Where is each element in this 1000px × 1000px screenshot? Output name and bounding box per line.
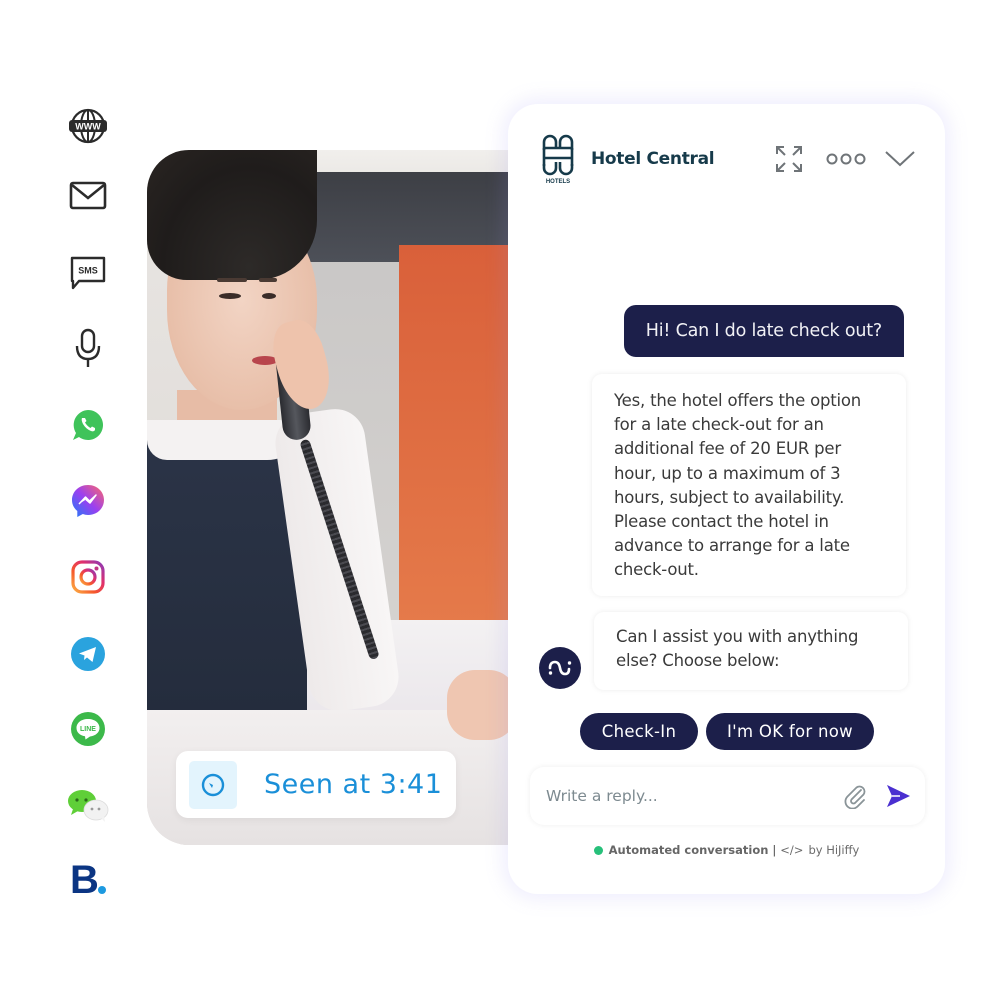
channel-voice[interactable] (62, 326, 114, 370)
more-options-button[interactable] (826, 150, 866, 168)
chat-footer: Automated conversation | </> by HiJiffy (508, 843, 945, 857)
channel-line[interactable]: LINE (62, 707, 114, 751)
microphone-icon (75, 328, 101, 367)
status-dot-icon (593, 845, 603, 855)
bot-avatar (539, 647, 581, 689)
channel-email[interactable] (62, 174, 114, 218)
bot-message: Yes, the hotel offers the option for a l… (592, 374, 906, 596)
channel-telegram[interactable] (62, 632, 114, 676)
bot-message: Can I assist you with anything else? Cho… (594, 612, 908, 690)
send-icon (887, 785, 910, 807)
automated-label: Automated conversation (608, 843, 769, 857)
telegram-icon (71, 637, 105, 671)
wechat-icon (68, 790, 109, 822)
channel-whatsapp[interactable] (62, 403, 114, 447)
sms-bubble-icon: SMS (70, 256, 106, 290)
channel-instagram[interactable] (62, 555, 114, 599)
attach-button[interactable] (842, 783, 868, 810)
powered-by-link[interactable]: by HiJiffy (808, 843, 859, 857)
reply-input[interactable] (546, 767, 836, 825)
seen-badge: Seen at 3:41 (176, 751, 456, 818)
code-icon: </> (780, 843, 804, 857)
svg-text:HOTELS: HOTELS (546, 179, 570, 185)
hotel-name: Hotel Central (591, 149, 715, 169)
hotel-logo-icon: HOTELS (542, 134, 574, 185)
whatsapp-icon (73, 410, 103, 440)
footer-separator: | (772, 843, 777, 857)
receptionist-photo (147, 150, 515, 845)
send-button[interactable] (884, 782, 912, 810)
instagram-icon (71, 560, 105, 594)
channel-sms[interactable]: SMS (62, 251, 114, 295)
quick-reply-ok-for-now[interactable]: I'm OK for now (706, 713, 874, 750)
clock-icon (201, 773, 225, 796)
more-options-icon (826, 153, 866, 165)
globe-www-icon: WWW (69, 108, 107, 144)
chevron-down-icon (885, 151, 915, 167)
channel-website[interactable]: WWW (62, 104, 114, 148)
messenger-icon (72, 485, 104, 517)
expand-icon (776, 146, 802, 172)
channel-wechat[interactable] (62, 783, 114, 827)
channel-messenger[interactable] (62, 479, 114, 523)
booking-com-icon: B (70, 858, 106, 898)
seen-text: Seen at 3:41 (264, 769, 443, 800)
user-message: Hi! Can I do late check out? (623, 305, 904, 357)
svg-text:WWW: WWW (75, 122, 101, 132)
hijiffy-logo-icon (548, 660, 572, 676)
line-icon: LINE (71, 712, 105, 746)
svg-text:SMS: SMS (78, 266, 98, 276)
svg-text:B: B (70, 858, 99, 898)
seen-icon-box (189, 760, 237, 809)
hotel-logo: HOTELS (538, 134, 578, 186)
reply-composer (530, 767, 925, 825)
quick-reply-check-in[interactable]: Check-In (580, 713, 698, 750)
svg-text:LINE: LINE (80, 726, 96, 733)
expand-button[interactable] (774, 144, 804, 174)
envelope-icon (69, 181, 107, 210)
channel-booking[interactable]: B (62, 856, 114, 900)
chat-widget: HOTELS Hotel Central Hi! Can I do late c… (508, 104, 945, 894)
collapse-button[interactable] (884, 148, 916, 170)
paperclip-icon (844, 785, 866, 810)
